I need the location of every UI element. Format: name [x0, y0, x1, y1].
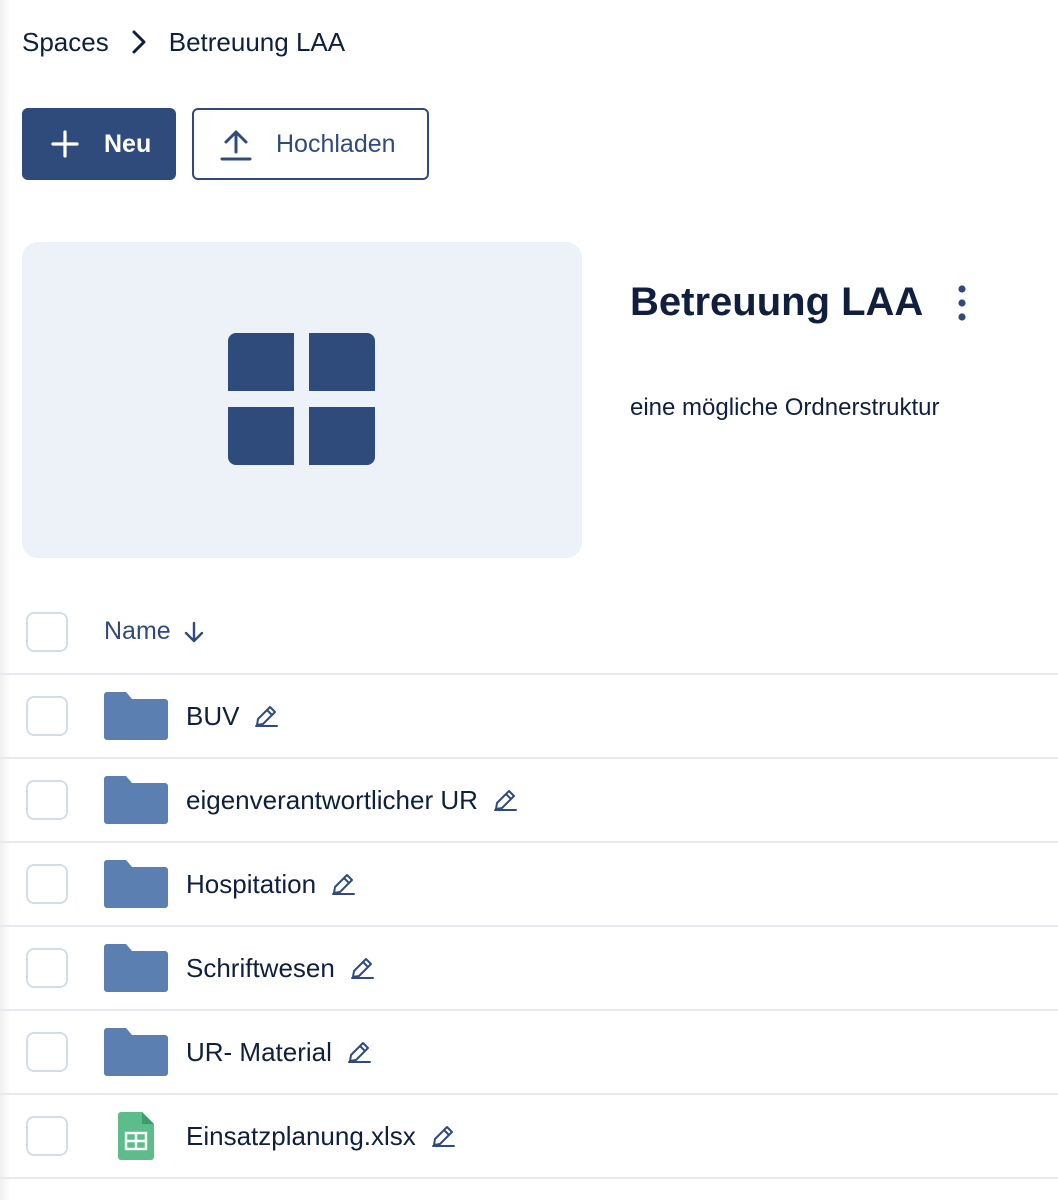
folder-icon — [104, 692, 168, 740]
pencil-icon[interactable] — [430, 1123, 456, 1149]
new-button[interactable]: Neu — [22, 108, 176, 180]
row-checkbox[interactable] — [26, 780, 68, 820]
folder-icon — [104, 776, 168, 824]
row-checkbox[interactable] — [26, 948, 68, 988]
name-column-header[interactable]: Name — [104, 617, 205, 646]
resource-name-link[interactable]: eigenverantwortlicher UR — [186, 785, 478, 816]
space-grid-icon — [228, 333, 376, 467]
upload-button-label: Hochladen — [276, 129, 396, 158]
spreadsheet-icon — [118, 1112, 154, 1160]
folder-icon — [104, 1028, 168, 1076]
row-checkbox[interactable] — [26, 1032, 68, 1072]
pencil-icon[interactable] — [346, 1039, 372, 1065]
space-title: Betreuung LAA — [630, 280, 924, 324]
resource-name: Hospitation — [186, 869, 356, 900]
pencil-icon[interactable] — [330, 871, 356, 897]
pencil-icon[interactable] — [349, 955, 375, 981]
select-all-checkbox[interactable] — [26, 611, 68, 652]
space-image — [22, 242, 582, 558]
table-row: BUV — [0, 675, 1058, 759]
resource-name: Einsatzplanung.xlsx — [186, 1121, 456, 1152]
new-button-label: Neu — [104, 129, 152, 158]
resource-name-link[interactable]: UR- Material — [186, 1037, 332, 1068]
table-header-row: Name — [0, 590, 1058, 675]
space-description: eine mögliche Ordnerstruktur — [630, 394, 940, 421]
resource-name-link[interactable]: BUV — [186, 701, 239, 732]
resource-table: Name BUV eigenverantwortlicher UR Hospit… — [0, 590, 1058, 1179]
row-checkbox[interactable] — [26, 864, 68, 904]
pencil-icon[interactable] — [253, 703, 279, 729]
resource-name: eigenverantwortlicher UR — [186, 785, 518, 816]
resource-name-link[interactable]: Einsatzplanung.xlsx — [186, 1121, 416, 1152]
table-row: Hospitation — [0, 843, 1058, 927]
more-options-icon[interactable] — [948, 282, 976, 324]
folder-icon — [104, 860, 168, 908]
plus-icon — [50, 129, 80, 159]
upload-button[interactable]: Hochladen — [192, 108, 429, 180]
resource-name: Schriftwesen — [186, 953, 375, 984]
pencil-icon[interactable] — [492, 787, 518, 813]
resource-name-link[interactable]: Schriftwesen — [186, 953, 335, 984]
resource-name-link[interactable]: Hospitation — [186, 869, 316, 900]
resource-name: BUV — [186, 701, 279, 732]
table-row: Einsatzplanung.xlsx — [0, 1095, 1058, 1179]
row-checkbox[interactable] — [26, 1116, 68, 1156]
folder-icon — [104, 944, 168, 992]
arrow-down-icon — [183, 620, 205, 644]
table-row: UR- Material — [0, 1011, 1058, 1095]
breadcrumb-current: Betreuung LAA — [168, 26, 346, 57]
resource-name: UR- Material — [186, 1037, 372, 1068]
breadcrumb-spaces[interactable]: Spaces — [22, 27, 109, 58]
breadcrumb: Spaces Betreuung LAA — [22, 26, 345, 58]
table-row: eigenverantwortlicher UR — [0, 759, 1058, 843]
row-checkbox[interactable] — [26, 696, 68, 736]
chevron-right-icon — [131, 30, 147, 54]
upload-icon — [218, 126, 254, 162]
name-header-label: Name — [104, 617, 171, 645]
table-row: Schriftwesen — [0, 927, 1058, 1011]
